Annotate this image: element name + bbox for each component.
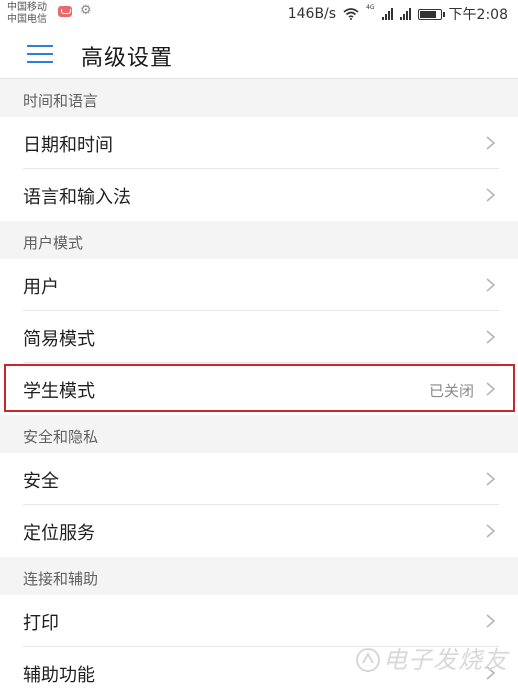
chevron-right-icon [483,277,497,293]
settings-row[interactable]: 用户 [0,259,518,311]
row-label: 安全 [23,471,59,492]
wifi-icon [343,8,359,20]
chevron-right-icon [483,329,497,345]
status-indicators: 146B/s 4G 下午2:08 [287,4,508,24]
section-label: 连接和辅助 [23,570,99,588]
clock: 下午2:08 [448,7,508,23]
settings-row[interactable]: 语言和输入法 [0,169,518,221]
watermark: 电子发烧友 [383,646,508,674]
signal-icon-2 [399,8,411,20]
row-label: 日期和时间 [23,135,113,156]
carrier-2: 中国电信 [7,14,47,25]
chevron-right-icon [483,613,497,629]
app-bar: 高级设置 [0,30,518,79]
section-label: 时间和语言 [23,92,99,110]
status-bar: 中国移动 中国电信 ⚙ 146B/s 4G 下午2:08 [0,0,518,30]
section-header: 用户模式 [0,221,518,259]
chevron-right-icon [483,471,497,487]
row-label: 用户 [23,277,59,298]
gear-icon: ⚙ [80,3,92,18]
row-label: 打印 [23,613,59,634]
settings-row[interactable]: 简易模式 [0,311,518,363]
row-label: 简易模式 [23,329,95,350]
section-header: 连接和辅助 [0,557,518,595]
net-speed: 146B/s [287,6,337,22]
signal-icon [381,8,393,20]
carrier-1: 中国移动 [7,2,47,13]
settings-row[interactable]: 安全 [0,453,518,505]
row-label: 辅助功能 [23,665,95,686]
chevron-right-icon [483,135,497,151]
settings-row[interactable]: 定位服务 [0,505,518,557]
chevron-right-icon [483,523,497,539]
carrier-names: 中国移动 中国电信 [7,2,47,26]
page-title: 高级设置 [81,46,174,71]
message-notification-icon [58,6,72,17]
section-label: 安全和隐私 [23,428,99,446]
row-label: 语言和输入法 [23,187,131,208]
row-label: 定位服务 [23,523,95,544]
watermark-logo [356,648,380,672]
section-header: 时间和语言 [0,79,518,117]
net-type-label: 4G [366,4,375,11]
section-label: 用户模式 [23,234,84,252]
chevron-right-icon [483,187,497,203]
menu-icon[interactable] [27,45,53,63]
highlight-box [4,364,515,412]
battery-icon [417,8,445,20]
settings-row[interactable]: 日期和时间 [0,117,518,169]
section-header: 安全和隐私 [0,415,518,453]
